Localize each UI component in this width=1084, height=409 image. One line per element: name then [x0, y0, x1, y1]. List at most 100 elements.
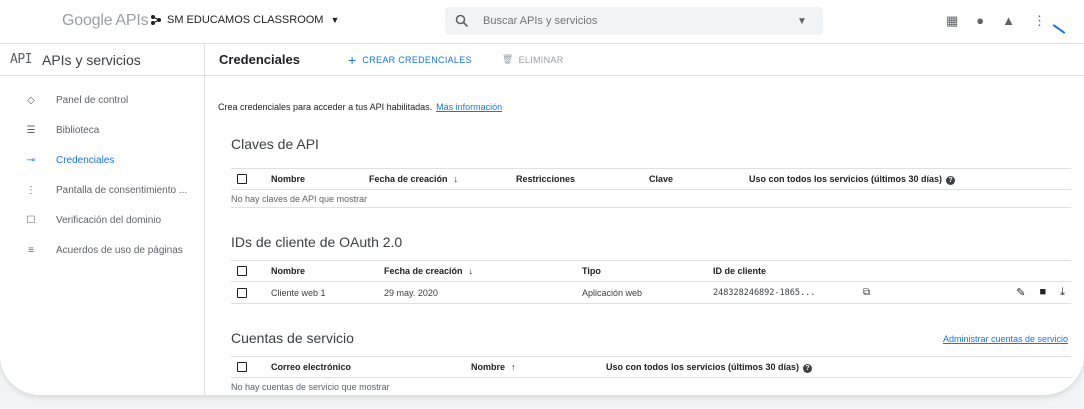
page-title: Credenciales — [219, 52, 300, 67]
sidebar-header: API APIs y servicios — [0, 44, 204, 76]
client-id: 248328246892-1865... — [713, 287, 816, 298]
create-credentials-label: CREAR CREDENCIALES — [362, 54, 472, 65]
top-icons: ▦ ● ▲ ⋮ — [946, 14, 1046, 28]
client-type: Aplicación web — [582, 287, 643, 298]
sidebar-item-panel[interactable]: ◇ Panel de control — [0, 85, 204, 115]
api-keys-table: Nombre Fecha de creación ↓ Restricciones … — [231, 168, 1071, 208]
api-badge-icon: API — [10, 52, 32, 67]
search-dropdown-icon[interactable]: ▼ — [797, 16, 807, 27]
edit-icon[interactable]: ✎ — [1016, 286, 1025, 299]
sidebar: API APIs y servicios ◇ Panel de control … — [0, 44, 205, 395]
sidebar-title: APIs y servicios — [41, 51, 141, 68]
service-accounts-title: Cuentas de servicio — [231, 330, 354, 346]
sidebar-item-credentials[interactable]: ⊸ Credenciales — [0, 145, 204, 175]
intro-text: Crea credenciales para acceder a tus API… — [218, 102, 502, 112]
row-checkbox[interactable] — [237, 287, 247, 298]
oauth-table: Nombre Fecha de creación ↓ Tipo ID de cli… — [231, 260, 1071, 304]
select-all-checkbox[interactable] — [237, 266, 247, 276]
empty-message: No hay cuentas de servicio que mostrar — [231, 378, 1071, 395]
logo-google-text: Google — [62, 12, 113, 29]
key-icon: ⊸ — [26, 154, 36, 166]
cursor-mark — [1052, 24, 1066, 34]
delete-label: ELIMINAR — [518, 54, 564, 65]
project-name: SM EDUCAMOS CLASSROOM — [167, 14, 324, 26]
col-usage[interactable]: Uso con todos los servicios (últimos 30 … — [606, 361, 813, 373]
arrow-up-icon: ↑ — [511, 362, 516, 372]
search-icon — [455, 14, 469, 28]
sidebar-item-label: Credenciales — [56, 154, 115, 166]
api-keys-title: Claves de API — [231, 136, 319, 152]
col-created-label: Fecha de creación — [369, 174, 448, 184]
col-restrictions[interactable]: Restricciones — [516, 174, 575, 184]
arrow-down-icon: ↓ — [453, 174, 459, 184]
table-row[interactable]: Cliente web 1 29 may. 2020 Aplicación we… — [231, 282, 1071, 304]
select-all-checkbox[interactable] — [237, 362, 247, 372]
col-type[interactable]: Tipo — [582, 266, 601, 276]
page-agreements-icon: ≡ — [28, 244, 34, 256]
col-name[interactable]: Nombre ↑ — [471, 362, 516, 372]
help-icon[interactable]: ? — [946, 175, 956, 185]
oauth-title: IDs de cliente de OAuth 2.0 — [231, 234, 403, 250]
sidebar-item-library[interactable]: ☰ Biblioteca — [0, 115, 204, 145]
sidebar-item-consent[interactable]: ⋮ Pantalla de consentimiento ... — [0, 175, 204, 205]
col-key[interactable]: Clave — [649, 174, 673, 184]
arrow-down-icon: ↓ — [468, 266, 474, 276]
domain-verification-icon: ☐ — [26, 214, 36, 226]
table-header-row: Nombre Fecha de creación ↓ Tipo ID de cli… — [231, 260, 1071, 282]
select-all-checkbox[interactable] — [237, 174, 247, 184]
service-accounts-table: Correo electrónico Nombre ↑ Uso con todos… — [231, 356, 1071, 395]
col-name[interactable]: Nombre — [271, 266, 305, 276]
manage-service-accounts-link[interactable]: Administrar cuentas de servicio — [943, 334, 1068, 344]
search-input[interactable] — [483, 15, 773, 27]
sidebar-item-label: Acuerdos de uso de páginas — [56, 244, 183, 256]
empty-message: No hay claves de API que mostrar — [231, 190, 1071, 208]
sidebar-item-label: Verificación del dominio — [56, 214, 162, 226]
main-content: Credenciales + CREAR CREDENCIALES 🗑 ELIM… — [205, 44, 1084, 395]
col-usage[interactable]: Uso con todos los servicios (últimos 30 … — [749, 173, 956, 185]
col-client-id[interactable]: ID de cliente — [713, 266, 766, 276]
sidebar-item-domain-verification[interactable]: ☐ Verificación del dominio — [0, 205, 204, 235]
help-icon[interactable]: ● — [976, 14, 984, 28]
library-icon: ☰ — [26, 124, 36, 136]
plus-icon: + — [347, 51, 357, 68]
col-name[interactable]: Nombre — [271, 174, 305, 184]
sidebar-item-page-agreements[interactable]: ≡ Acuerdos de uso de páginas — [0, 235, 204, 265]
consent-screen-icon: ⋮ — [26, 184, 36, 196]
client-name[interactable]: Cliente web 1 — [271, 288, 326, 298]
col-usage-label: Uso con todos los servicios (últimos 30 … — [606, 361, 800, 372]
col-created[interactable]: Fecha de creación ↓ — [369, 174, 458, 184]
client-date: 29 may. 2020 — [384, 287, 438, 298]
dashboard-icon: ◇ — [27, 94, 35, 106]
top-bar: GoogleAPIs SM EDUCAMOS CLASSROOM ▼ ▼ ▦ ●… — [0, 0, 1084, 44]
sidebar-item-label: Pantalla de consentimiento ... — [56, 184, 188, 196]
logo-apis-text: APIs — [115, 12, 149, 29]
copy-icon[interactable]: ⧉ — [863, 287, 870, 298]
delete-button[interactable]: 🗑 ELIMINAR — [502, 54, 564, 65]
download-icon[interactable]: ⤓ — [1060, 286, 1065, 299]
gift-icon[interactable]: ▦ — [946, 14, 958, 28]
row-actions: ✎ ■ ⤓ — [1016, 286, 1065, 299]
search-bar[interactable]: ▼ — [445, 7, 823, 35]
sidebar-nav: ◇ Panel de control ☰ Biblioteca ⊸ Creden… — [0, 85, 204, 265]
table-header-row: Nombre Fecha de creación ↓ Restricciones … — [231, 168, 1071, 190]
col-created[interactable]: Fecha de creación ↓ — [384, 266, 473, 276]
google-apis-logo[interactable]: Google APIs — [62, 12, 149, 30]
col-created-label: Fecha de creación — [384, 266, 463, 276]
delete-icon[interactable]: ■ — [1039, 286, 1046, 299]
sidebar-item-label: Panel de control — [56, 94, 129, 106]
create-credentials-button[interactable]: + CREAR CREDENCIALES — [347, 51, 472, 68]
help-icon[interactable]: ? — [803, 363, 813, 373]
page-background: GoogleAPIs SM EDUCAMOS CLASSROOM ▼ ▼ ▦ ●… — [0, 0, 1084, 409]
sidebar-item-label: Biblioteca — [56, 124, 100, 136]
project-selector[interactable]: SM EDUCAMOS CLASSROOM ▼ — [150, 14, 339, 26]
table-header-row: Correo electrónico Nombre ↑ Uso con todos… — [231, 356, 1071, 378]
trash-icon: 🗑 — [501, 54, 514, 64]
intro-sentence: Crea credenciales para acceder a tus API… — [218, 102, 433, 112]
more-info-link[interactable]: Más información — [436, 102, 502, 112]
more-options-icon[interactable]: ⋮ — [1033, 14, 1046, 28]
col-usage-label: Uso con todos los servicios (últimos 30 … — [749, 173, 943, 184]
project-icon — [151, 15, 161, 25]
col-email[interactable]: Correo electrónico — [271, 362, 351, 372]
notifications-icon[interactable]: ▲ — [1002, 14, 1015, 28]
console-window: GoogleAPIs SM EDUCAMOS CLASSROOM ▼ ▼ ▦ ●… — [0, 0, 1084, 395]
